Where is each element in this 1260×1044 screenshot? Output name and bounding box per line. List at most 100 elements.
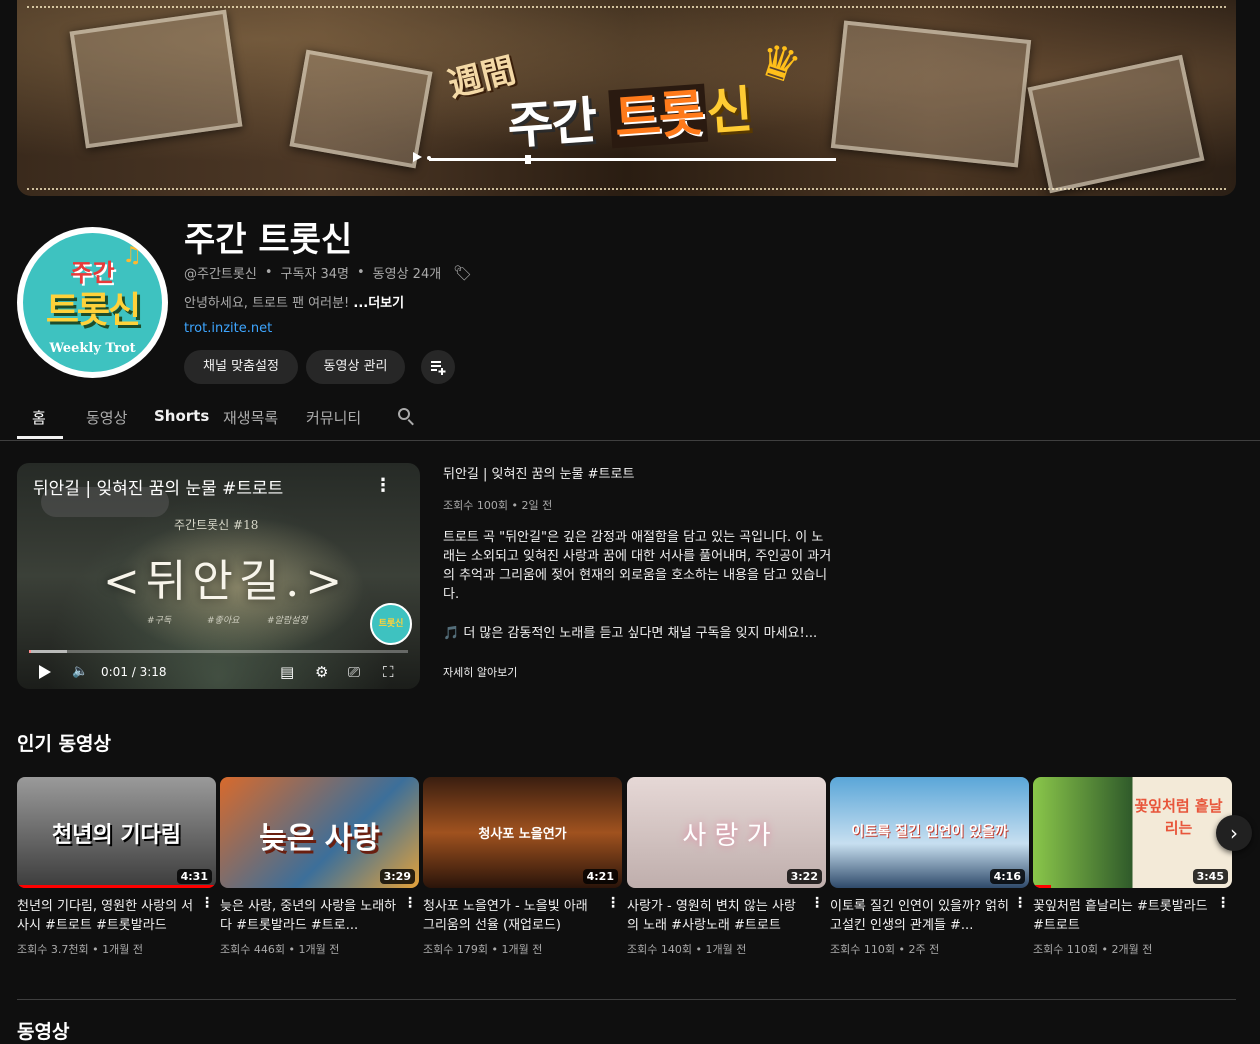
video-card[interactable]: 늦은 사랑 3:29 늦은 사랑, 중년의 사랑을 노래하다 #트롯발라드 #트… [220,777,419,957]
more-vert-icon[interactable]: ⋮ [1013,895,1027,911]
channel-avatar[interactable]: ♫ 주간 트롯신 Weekly Trot [17,227,168,378]
play-icon[interactable] [39,665,51,679]
customize-channel-button[interactable]: 채널 맞춤설정 [184,350,298,384]
video-title[interactable]: 청사포 노을연가 - 노을빛 아래 그리움의 선율 (재업로드) [423,897,603,935]
thumbnail-text: 청사포 노을연가 [478,827,567,842]
video-thumbnail[interactable]: 청사포 노을연가 4:21 [423,777,622,888]
channel-link[interactable]: trot.inzite.net [184,321,272,336]
banner-dotted-line-bottom [27,188,1226,190]
description-text: 안녕하세요, 트로트 팬 여러분! [184,296,354,311]
meta-separator: • [264,265,273,280]
featured-views: 조회수 100회 [443,499,508,512]
duration-badge: 3:22 [786,869,822,884]
videos-heading: 동영상 [17,1021,70,1043]
video-views: 조회수 140회 [627,943,692,956]
video-thumbnail[interactable]: 천년의 기다림 4:31 [17,777,216,888]
crown-icon: ♛ [751,30,808,96]
video-card[interactable]: 이토록 질긴 인연이 있을까 4:16 이토록 질긴 인연이 있을까? 얽히고설… [830,777,1029,957]
video-title[interactable]: 늦은 사랑, 중년의 사랑을 노래하다 #트롯발라드 #트로... [220,897,400,935]
banner-dotted-line-top [27,6,1226,8]
player-tag: #구독 [147,616,172,626]
more-link[interactable]: ...더보기 [353,296,404,311]
featured-meta: 조회수 100회 • 2일 전 [443,499,553,512]
channel-description[interactable]: 안녕하세요, 트로트 팬 여러분! ...더보기 [184,292,404,311]
video-title[interactable]: 이토록 질긴 인연이 있을까? 얽히고설킨 인생의 관계들 #... [830,897,1010,935]
video-count: 동영상 24개 [372,267,442,282]
thumbnail-text: 천년의 기다림 [51,823,182,848]
more-vert-icon[interactable]: ⋮ [200,895,214,911]
avatar-line2: 트롯신 [45,290,141,331]
duration-badge: 3:45 [1192,869,1228,884]
video-card[interactable]: 꽃잎처럼 흩날리는 3:45 꽃잎처럼 흩날리는 #트롯발라드 #트로트 조회수… [1033,777,1232,957]
video-age: 2개월 전 [1111,943,1153,956]
video-views: 조회수 3.7천회 [17,943,89,956]
chevron-right-icon[interactable]: › [1216,815,1252,851]
playlist-add-icon[interactable] [421,350,455,384]
player-progress-bar[interactable] [29,650,408,653]
tab-shorts[interactable]: Shorts [154,407,209,425]
banner-play-icon [413,152,422,162]
video-card[interactable]: 청사포 노을연가 4:21 청사포 노을연가 - 노을빛 아래 그리움의 선율 … [423,777,622,957]
video-meta: 조회수 110회 • 2개월 전 [1033,943,1153,956]
tab-community[interactable]: 커뮤니티 [306,407,361,428]
channel-handle[interactable]: @주간트롯신 [184,263,257,282]
video-meta: 조회수 446회 • 1개월 전 [220,943,340,956]
video-age: 1개월 전 [705,943,747,956]
video-views: 조회수 110회 [830,943,895,956]
duration-badge: 3:29 [379,869,415,884]
search-icon[interactable] [398,408,414,426]
video-meta: 조회수 3.7천회 • 1개월 전 [17,943,143,956]
video-card[interactable]: 사 랑 가 3:22 사랑가 - 영원히 변치 않는 사랑의 노래 #사랑노래 … [627,777,826,957]
tab-active-indicator [17,436,63,439]
video-thumbnail[interactable]: 늦은 사랑 3:29 [220,777,419,888]
featured-title[interactable]: 뒤안길 | 잊혀진 꿈의 눈물 #트로트 [443,463,634,482]
featured-video-player[interactable]: 뒤안길 | 잊혀진 꿈의 눈물 #트로트 ⋮ 주간트롯신 #18 <뒤안길.> … [17,463,420,689]
cast-icon[interactable]: ⎚ [348,663,360,681]
avatar-logo: ♫ 주간 트롯신 Weekly Trot [23,233,162,372]
player-title[interactable]: 뒤안길 | 잊혀진 꿈의 눈물 #트로트 [33,474,283,499]
more-vert-icon[interactable]: ⋮ [1216,895,1230,911]
popular-videos-heading: 인기 동영상 [17,733,112,755]
duration-badge: 4:31 [176,869,212,884]
video-age: 1개월 전 [102,943,143,956]
tab-home[interactable]: 홈 [32,407,46,428]
banner-photo [69,9,243,149]
tag-icon[interactable]: 🏷 [453,265,472,280]
more-vert-icon[interactable]: ⋮ [374,475,392,496]
more-vert-icon[interactable]: ⋮ [810,895,824,911]
meta-separator: • [357,265,365,280]
more-vert-icon[interactable]: ⋮ [606,895,620,911]
tab-playlists[interactable]: 재생목록 [223,407,278,428]
featured-age: 2일 전 [521,499,553,512]
settings-icon[interactable]: ⚙ [315,663,328,681]
channel-meta: @주간트롯신 • 구독자 34명 • 동영상 24개 🏷 [184,263,472,282]
tab-videos[interactable]: 동영상 [86,407,127,428]
banner-progress-line [429,158,836,161]
subtitles-icon[interactable]: ▤ [280,663,294,681]
learn-more-link[interactable]: 자세히 알아보기 [443,664,517,680]
video-thumbnail[interactable]: 꽃잎처럼 흩날리는 3:45 [1033,777,1232,888]
player-big-text: <뒤안길.> [103,556,349,607]
video-views: 조회수 110회 [1033,943,1098,956]
thumbnail-text: 꽃잎처럼 흩날리는 [1134,797,1223,837]
video-title[interactable]: 사랑가 - 영원히 변치 않는 사랑의 노래 #사랑노래 #트로트 [627,897,807,935]
more-vert-icon[interactable]: ⋮ [403,895,417,911]
fullscreen-icon[interactable]: ⛶ [383,663,394,681]
banner-title-part3: 신 [704,80,753,142]
video-title[interactable]: 천년의 기다림, 영원한 사랑의 서사시 #트로트 #트롯발라드 [17,897,197,935]
video-age: 1개월 전 [501,943,543,956]
thumbnail-text: 늦은 사랑 [259,821,380,856]
video-thumbnail[interactable]: 이토록 질긴 인연이 있을까 4:16 [830,777,1029,888]
duration-badge: 4:21 [582,869,618,884]
banner-photo [1027,54,1205,194]
video-title[interactable]: 꽃잎처럼 흩날리는 #트롯발라드 #트로트 [1033,897,1213,935]
video-meta: 조회수 140회 • 1개월 전 [627,943,747,956]
avatar-line3: Weekly Trot [49,341,136,356]
manage-videos-button[interactable]: 동영상 관리 [306,350,405,384]
video-thumbnail[interactable]: 사 랑 가 3:22 [627,777,826,888]
video-card[interactable]: 천년의 기다림 4:31 천년의 기다림, 영원한 사랑의 서사시 #트로트 #… [17,777,216,957]
player-tag: #좋아요 [207,616,240,626]
featured-description-cta: 🎵 더 많은 감동적인 노래를 듣고 싶다면 채널 구독을 잊지 마세요!... [443,626,818,641]
volume-icon[interactable]: 🔈 [72,664,88,679]
video-views: 조회수 446회 [220,943,285,956]
